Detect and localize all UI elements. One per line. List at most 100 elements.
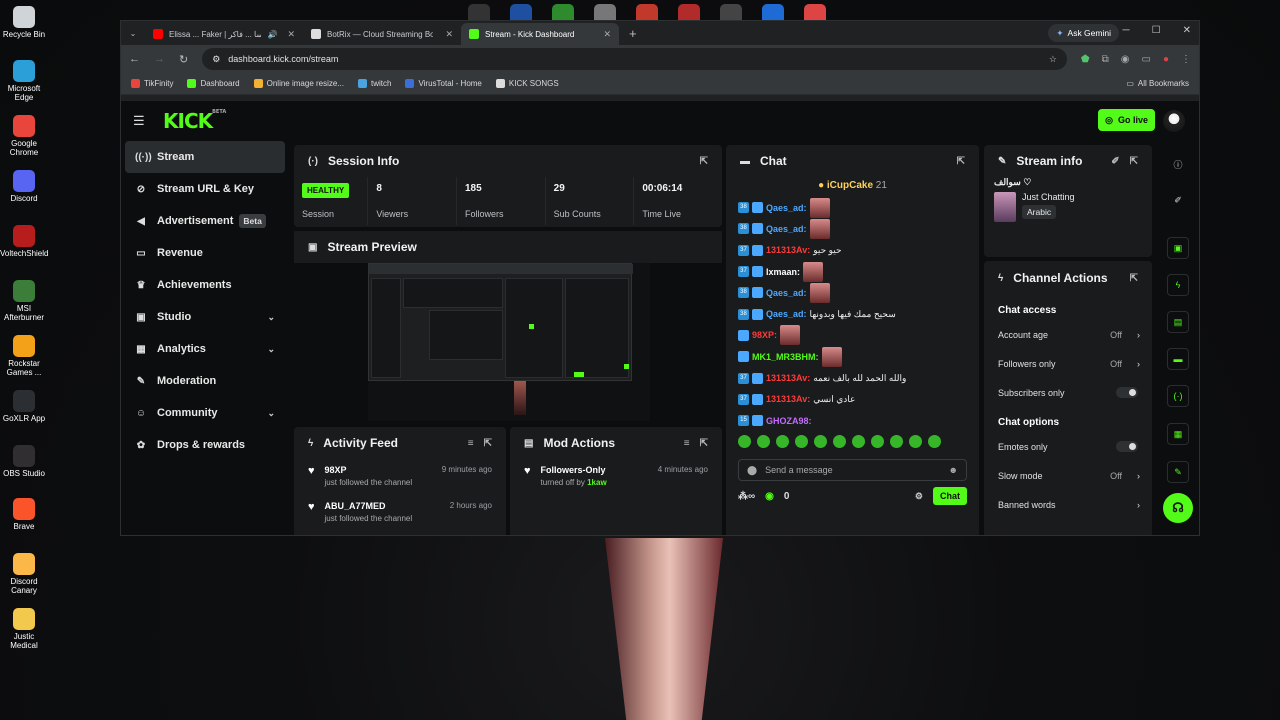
chevron-right-icon[interactable]: › — [1137, 359, 1140, 369]
sidebar-item-achievements[interactable]: ♛ Achievements — [125, 269, 285, 301]
filter-icon[interactable]: ≡ — [684, 438, 690, 449]
chevron-down-icon[interactable]: ⌄ — [267, 408, 275, 419]
emote-icon[interactable] — [738, 435, 751, 449]
desktop-icon[interactable]: Brave — [0, 498, 48, 531]
extensions-icon[interactable]: ⧉ — [1102, 54, 1109, 65]
reload-button[interactable]: ↻ — [179, 53, 188, 66]
toggle-switch[interactable] — [1116, 441, 1138, 452]
popout-icon[interactable]: ⇱ — [1130, 156, 1138, 167]
category-name[interactable]: Just Chatting — [1022, 192, 1075, 202]
setting-subscribers-only[interactable]: Subscribers only — [984, 378, 1152, 407]
emote-icon[interactable] — [871, 435, 884, 449]
desktop-icon[interactable]: Discord — [0, 170, 48, 203]
site-info-icon[interactable]: ⚙ — [212, 54, 220, 65]
edit-icon[interactable]: ✐ — [1167, 189, 1189, 211]
menu-toggle-icon[interactable]: ☰ — [133, 113, 157, 129]
mod-actions-toggle-icon[interactable]: ▤ — [1167, 311, 1189, 333]
browser-tab[interactable]: Elissa ... Faker | اليسا ... فاكر 🔊 ✕ — [145, 23, 303, 45]
desktop-icon[interactable]: MSI Afterburner — [0, 280, 48, 322]
sidebar-item-drops-rewards[interactable]: ✿ Drops & rewards — [125, 429, 285, 461]
desktop-icon[interactable]: Discord Canary — [0, 553, 48, 595]
browser-tab[interactable]: BotRix — Cloud Streaming Bot ✕ — [303, 23, 461, 45]
profile-icon[interactable]: ◉ — [1121, 54, 1130, 65]
emote-icon[interactable] — [776, 435, 789, 449]
close-tab-icon[interactable]: ✕ — [287, 29, 295, 40]
emote-icon[interactable] — [814, 435, 827, 449]
chat-toggle-icon[interactable]: ▬ — [1167, 348, 1189, 370]
desktop-icon[interactable]: Recycle Bin — [0, 6, 48, 39]
setting-slow-mode[interactable]: Slow mode Off › — [984, 461, 1152, 490]
chat-send-button[interactable]: Chat — [933, 487, 967, 506]
emote-icon[interactable] — [757, 435, 770, 449]
desktop-icon[interactable]: VoltechShield — [0, 225, 48, 258]
chat-username[interactable]: 131313Av: — [766, 394, 810, 404]
setting-banned-words[interactable]: Banned words › — [984, 490, 1152, 519]
wrench-toggle-icon[interactable]: ✎ — [1167, 461, 1189, 483]
bookmark-item[interactable]: TikFinity — [131, 79, 173, 88]
menu-icon[interactable]: ⋮ — [1181, 54, 1191, 65]
filter-icon[interactable]: ≡ — [468, 438, 474, 449]
sidebar-item-stream[interactable]: ((·)) Stream — [125, 141, 285, 173]
chevron-down-icon[interactable]: ⌄ — [267, 312, 275, 323]
ask-gemini-button[interactable]: ✦ Ask Gemini — [1048, 24, 1119, 42]
chevron-down-icon[interactable]: ⌄ — [267, 344, 275, 355]
browser-tab[interactable]: Stream - Kick Dashboard ✕ — [461, 23, 619, 45]
setting-account-age[interactable]: Account age Off › — [984, 320, 1152, 349]
chevron-right-icon[interactable]: › — [1137, 500, 1140, 510]
sidebar-item-stream-url-key[interactable]: ⊘ Stream URL & Key — [125, 173, 285, 205]
profile-avatar-icon[interactable]: ● — [1163, 54, 1169, 65]
chevron-right-icon[interactable]: › — [1137, 471, 1140, 481]
bookmark-item[interactable]: KICK SONGS — [495, 79, 559, 88]
desktop-icon[interactable]: Google Chrome — [0, 115, 48, 157]
close-window-button[interactable]: ✕ — [1183, 25, 1191, 36]
new-tab-button[interactable]: + — [619, 23, 647, 45]
info-icon[interactable]: ⓘ — [1167, 153, 1189, 175]
user-avatar[interactable] — [1163, 110, 1185, 132]
emote-icon[interactable] — [795, 435, 808, 449]
activity-toggle-icon[interactable]: ϟ — [1167, 274, 1189, 296]
bookmark-item[interactable]: VirusTotal - Home — [405, 79, 482, 88]
emote-icon[interactable] — [928, 435, 941, 449]
desktop-icon[interactable]: OBS Studio — [0, 445, 48, 478]
minimize-button[interactable]: ─ — [1123, 25, 1130, 36]
setting-followers-only[interactable]: Followers only Off › — [984, 349, 1152, 378]
emote-icon[interactable] — [833, 435, 846, 449]
url-field[interactable]: ⚙ dashboard.kick.com/stream ☆ — [202, 48, 1067, 70]
bookmark-item[interactable]: twitch — [358, 79, 391, 88]
sidebar-item-revenue[interactable]: ▭ Revenue — [125, 237, 285, 269]
sidebar-item-community[interactable]: ☺ Community ⌄ — [125, 397, 285, 429]
go-live-button[interactable]: ◎ Go live — [1098, 109, 1155, 131]
bookmark-item[interactable]: Dashboard — [187, 79, 240, 88]
chat-username[interactable]: GHOZA98: — [766, 416, 812, 426]
chat-username[interactable]: Qaes_ad: — [766, 288, 807, 298]
popout-icon[interactable]: ⇱ — [1130, 273, 1138, 284]
close-tab-icon[interactable]: ✕ — [445, 29, 453, 40]
back-button[interactable]: ← — [129, 53, 140, 65]
bookmark-star-icon[interactable]: ☆ — [1049, 54, 1057, 65]
layout-toggle-icon[interactable]: ▦ — [1167, 423, 1189, 445]
chat-username[interactable]: 98XP: — [752, 330, 777, 340]
chat-input[interactable]: ⬤ Send a message ☻ — [738, 459, 967, 482]
cast-icon[interactable]: ▭ — [1142, 54, 1151, 65]
popout-icon[interactable]: ⇱ — [700, 438, 708, 449]
desktop-icon[interactable]: Rockstar Games ... — [0, 335, 48, 377]
popout-icon[interactable]: ⇱ — [700, 156, 708, 167]
emote-icon[interactable] — [909, 435, 922, 449]
shield-extension-icon[interactable]: ⬟ — [1081, 54, 1090, 65]
popout-icon[interactable]: ⇱ — [957, 156, 965, 167]
emoji-picker-icon[interactable]: ☻ — [949, 465, 958, 475]
bookmark-item[interactable]: Online image resize... — [253, 79, 344, 88]
maximize-button[interactable]: ☐ — [1152, 25, 1161, 36]
sidebar-item-advertisement[interactable]: ◀ Advertisement Beta — [125, 205, 285, 237]
headset-support-icon[interactable]: ☊ — [1163, 493, 1193, 523]
chevron-right-icon[interactable]: › — [1137, 330, 1140, 340]
chat-settings-icon[interactable]: ⚙ — [915, 491, 923, 502]
edit-icon[interactable]: ✐ — [1111, 156, 1119, 167]
chat-username[interactable]: Qaes_ad: — [766, 203, 807, 213]
sidebar-item-studio[interactable]: ▣ Studio ⌄ — [125, 301, 285, 333]
desktop-icon[interactable]: Microsoft Edge — [0, 60, 48, 102]
stream-preview-video[interactable] — [368, 263, 650, 421]
preview-toggle-icon[interactable]: ▣ — [1167, 237, 1189, 259]
desktop-icon[interactable]: Justic Medical — [0, 608, 48, 650]
chat-username[interactable]: Qaes_ad: — [766, 224, 807, 234]
